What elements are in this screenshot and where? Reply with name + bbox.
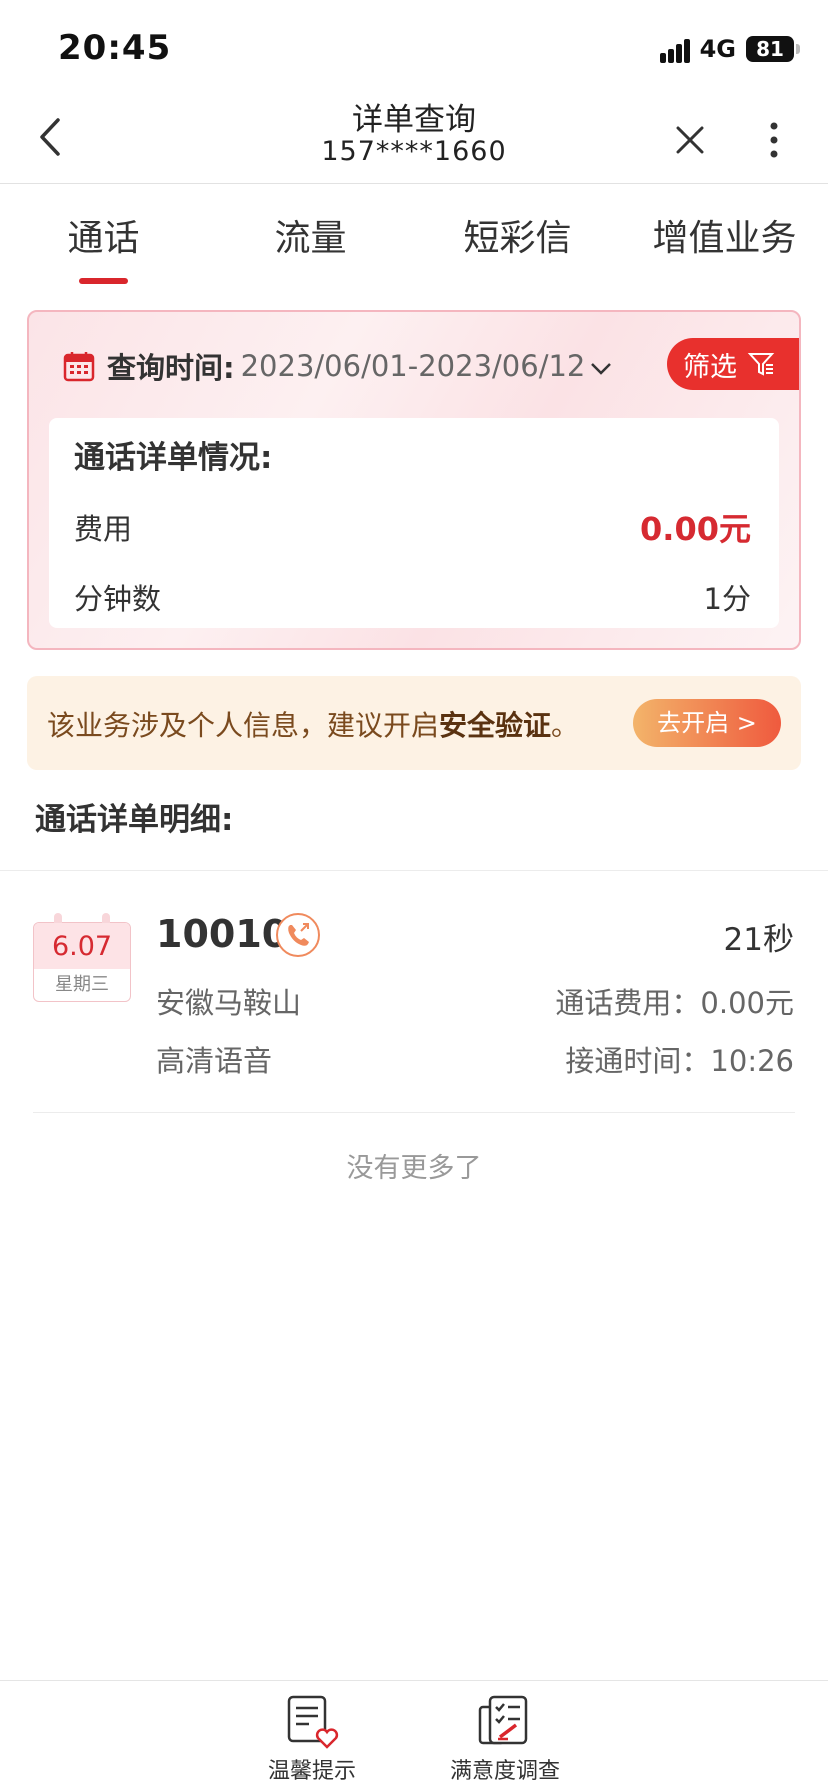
- calendar-icon: [63, 352, 95, 382]
- tab-value-added[interactable]: 增值业务: [621, 209, 828, 261]
- survey-clipboard-icon: [478, 1695, 528, 1745]
- call-fee: 通话费用：0.00元: [555, 986, 794, 1020]
- call-location: 安徽马鞍山: [156, 986, 302, 1020]
- bottom-bar: 温馨提示 满意度调查: [0, 1680, 828, 1792]
- close-icon[interactable]: [670, 120, 710, 160]
- survey-button[interactable]: 满意度调查: [415, 1693, 595, 1785]
- filter-icon: [747, 353, 775, 376]
- tab-sms[interactable]: 短彩信: [414, 209, 621, 261]
- outgoing-call-icon: [276, 913, 320, 957]
- detail-section-title: 通话详单明细:: [35, 802, 234, 838]
- call-record[interactable]: 6.07 星期三 10010 21秒 安徽马鞍山 通话费用：0.00元 高清语音…: [0, 900, 828, 1112]
- summary-details: 通话详单情况: 费用 0.00元 分钟数 1分: [49, 418, 779, 628]
- status-indicators: 4G 81: [659, 34, 800, 64]
- call-number: 10010: [156, 912, 289, 956]
- summary-title: 通话详单情况:: [74, 440, 273, 476]
- active-tab-indicator: [79, 278, 128, 284]
- signal-icon: [659, 35, 690, 63]
- record-date: 6.07: [34, 923, 130, 969]
- survey-label: 满意度调查: [449, 1759, 560, 1784]
- call-duration: 21秒: [723, 922, 794, 958]
- no-more-text: 没有更多了: [346, 1153, 482, 1184]
- battery-icon: 81: [746, 36, 800, 62]
- query-period[interactable]: 查询时间: 2023/06/01-2023/06/12: [63, 348, 613, 385]
- nav-bar: 详单查询 157****1660: [0, 92, 828, 184]
- filter-button[interactable]: 筛选: [667, 338, 799, 390]
- minutes-value: 1分: [703, 582, 751, 616]
- tab-bar: 通话 流量 短彩信 增值业务: [0, 185, 828, 285]
- fee-label: 费用: [74, 512, 133, 546]
- tips-button[interactable]: 温馨提示: [222, 1693, 402, 1785]
- fee-value: 0.00元: [640, 510, 751, 548]
- security-notice: 该业务涉及个人信息，建议开启安全验证。 去开启 >: [27, 676, 801, 770]
- tab-calls[interactable]: 通话: [0, 209, 207, 261]
- notice-highlight: 安全验证: [439, 709, 552, 742]
- summary-card: 查询时间: 2023/06/01-2023/06/12 筛选 通话详单情况: 费…: [27, 310, 801, 650]
- connect-time: 接通时间：10:26: [565, 1044, 794, 1078]
- call-type: 高清语音: [156, 1044, 273, 1078]
- date-badge: 6.07 星期三: [33, 913, 131, 1002]
- chevron-down-icon: [591, 363, 612, 375]
- minutes-label: 分钟数: [74, 582, 162, 616]
- status-time: 20:45: [58, 28, 172, 68]
- network-type: 4G: [699, 35, 736, 63]
- notice-text: 该业务涉及个人信息，建议开启安全验证。: [47, 709, 580, 742]
- status-bar: 20:45 4G 81: [0, 0, 828, 92]
- enable-verification-button[interactable]: 去开启 >: [633, 699, 781, 747]
- query-label: 查询时间:: [107, 351, 235, 385]
- divider: [33, 1112, 795, 1113]
- tips-label: 温馨提示: [267, 1759, 356, 1784]
- query-range: 2023/06/01-2023/06/12: [240, 349, 586, 383]
- divider: [0, 870, 828, 871]
- tips-heart-icon: [287, 1695, 339, 1749]
- more-vertical-icon[interactable]: [760, 120, 788, 160]
- record-weekday: 星期三: [55, 974, 109, 995]
- filter-label: 筛选: [683, 351, 737, 383]
- tab-data[interactable]: 流量: [207, 209, 414, 261]
